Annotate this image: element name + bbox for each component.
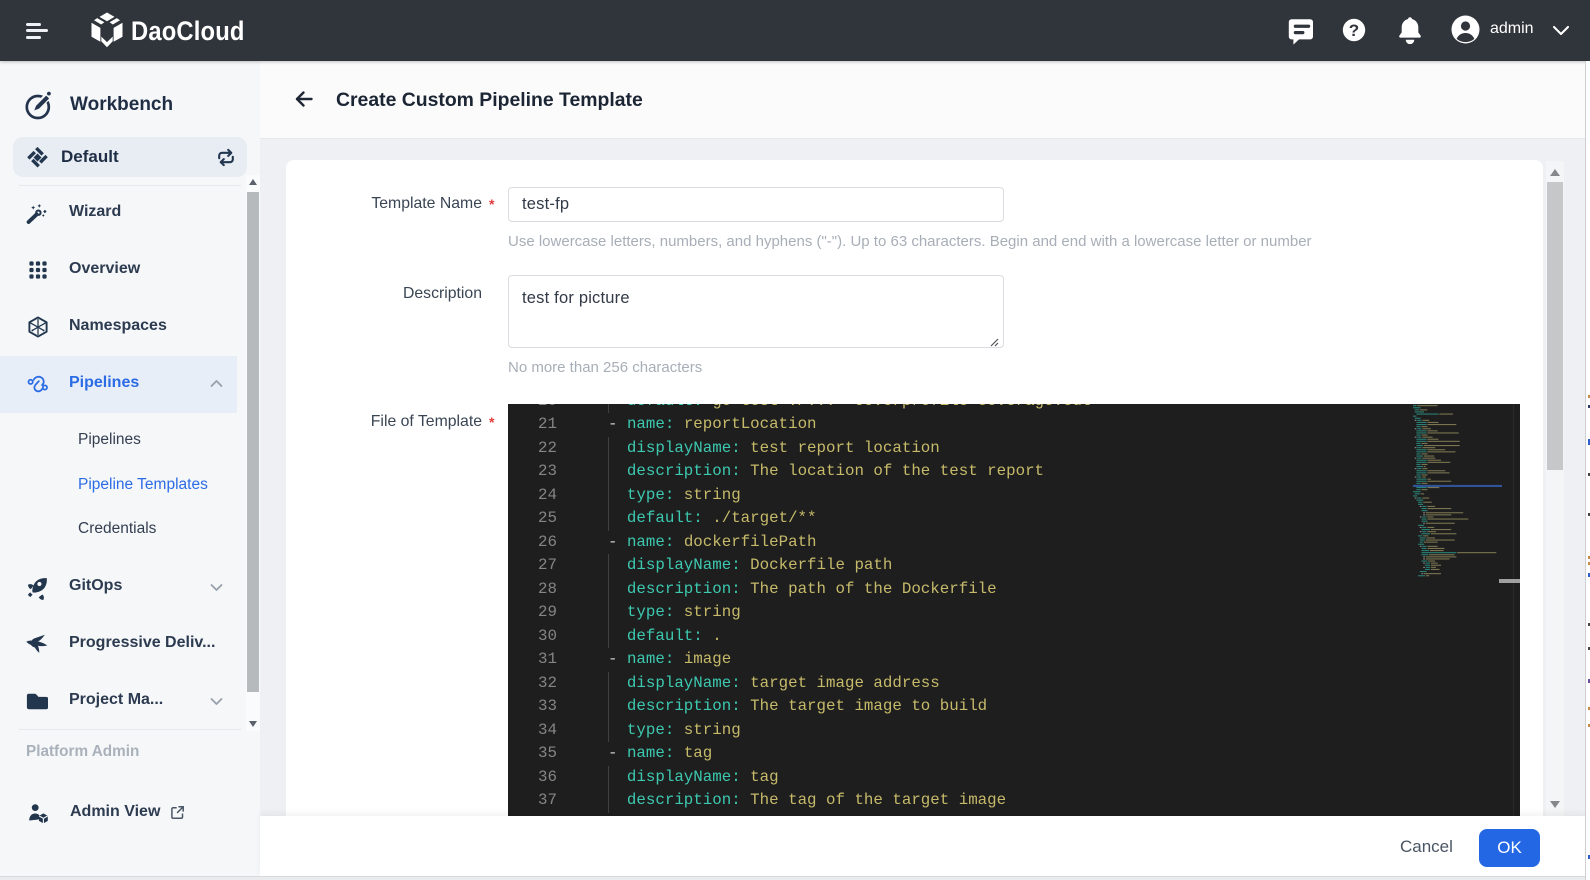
svg-text:?: ? — [1349, 21, 1359, 40]
